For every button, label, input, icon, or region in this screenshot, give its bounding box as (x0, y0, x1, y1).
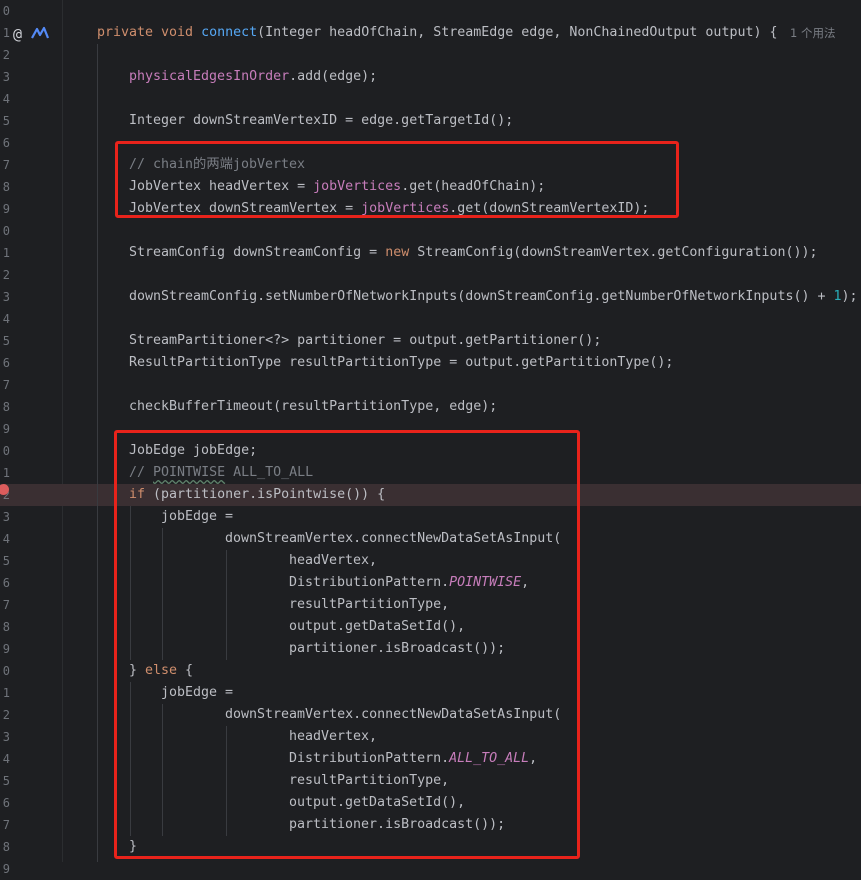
code-line[interactable]: 4 (0, 88, 861, 110)
line-number[interactable]: 5 (0, 110, 10, 132)
code-token: new (385, 245, 418, 260)
code-line[interactable]: 7 (0, 374, 861, 396)
line-number[interactable]: 8 (0, 176, 10, 198)
code-token: (Integer headOfChain, StreamEdge edge, N… (257, 25, 778, 40)
code-text[interactable]: ResultPartitionType resultPartitionType … (129, 352, 673, 374)
code-line[interactable]: 1 StreamConfig downStreamConfig = new Str… (0, 242, 861, 264)
line-number[interactable]: 2 (0, 704, 10, 726)
code-line[interactable]: 2 (0, 264, 861, 286)
code-text[interactable]: private void connect(Integer headOfChain… (97, 22, 777, 44)
code-line[interactable]: 5 StreamPartitioner<?> partitioner = outp… (0, 330, 861, 352)
code-line[interactable]: 2 (0, 44, 861, 66)
line-number[interactable]: 0 (0, 440, 10, 462)
line-number[interactable]: 1 (0, 242, 10, 264)
code-line[interactable]: 0 (0, 0, 861, 22)
line-number[interactable]: 7 (0, 154, 10, 176)
code-token: Integer downStreamVertexID = edge.getTar… (129, 113, 514, 128)
line-number[interactable]: 4 (0, 528, 10, 550)
line-number[interactable]: 3 (0, 286, 10, 308)
line-number[interactable]: 6 (0, 572, 10, 594)
line-number[interactable]: 4 (0, 308, 10, 330)
code-token: StreamConfig downStreamConfig = (129, 245, 386, 260)
code-text[interactable]: downStreamConfig.setNumberOfNetworkInput… (129, 286, 858, 308)
code-text[interactable]: StreamPartitioner<?> partitioner = outpu… (129, 330, 601, 352)
line-number[interactable]: 1 (0, 682, 10, 704)
code-token: StreamPartitioner<?> partitioner = outpu… (129, 333, 602, 348)
line-number[interactable]: 3 (0, 506, 10, 528)
code-token: downStreamConfig.setNumberOfNetworkInput… (129, 289, 834, 304)
line-number[interactable]: 9 (0, 198, 10, 220)
code-line[interactable]: 3 downStreamConfig.setNumberOfNetworkInpu… (0, 286, 861, 308)
code-line[interactable]: 0 (0, 220, 861, 242)
usage-hint[interactable]: 1 个用法 (790, 22, 835, 44)
implementation-icon[interactable] (31, 26, 49, 40)
line-number[interactable]: 6 (0, 132, 10, 154)
line-number[interactable]: 7 (0, 594, 10, 616)
line-number[interactable]: 9 (0, 418, 10, 440)
line-number[interactable]: 3 (0, 726, 10, 748)
code-token: checkBufferTimeout(resultPartitionType, … (129, 399, 498, 414)
code-token: physicalEdgesInOrder (129, 69, 290, 84)
code-line[interactable]: 8 checkBufferTimeout(resultPartitionType,… (0, 396, 861, 418)
line-number[interactable]: 0 (0, 660, 10, 682)
line-number[interactable]: 9 (0, 638, 10, 660)
line-number[interactable]: 4 (0, 748, 10, 770)
code-line[interactable]: 6 ResultPartitionType resultPartitionType… (0, 352, 861, 374)
code-token: ResultPartitionType resultPartitionType … (129, 355, 674, 370)
code-line[interactable]: 9 (0, 858, 861, 880)
line-number[interactable]: 5 (0, 770, 10, 792)
line-number[interactable]: 5 (0, 550, 10, 572)
code-line[interactable]: 3 physicalEdgesInOrder.add(edge); (0, 66, 861, 88)
line-number[interactable]: 6 (0, 792, 10, 814)
code-token: 1 (833, 289, 842, 304)
code-text[interactable]: checkBufferTimeout(resultPartitionType, … (129, 396, 497, 418)
line-number[interactable]: 8 (0, 836, 10, 858)
code-line[interactable]: 1 private void connect(Integer headOfChai… (0, 22, 861, 44)
line-number[interactable]: 2 (0, 44, 10, 66)
highlight-box-chain-vertices (115, 141, 679, 218)
code-text[interactable]: StreamConfig downStreamConfig = new Stre… (129, 242, 818, 264)
line-number[interactable]: 9 (0, 858, 10, 880)
code-token: ); (841, 289, 858, 304)
line-number[interactable]: 6 (0, 352, 10, 374)
line-number[interactable]: 5 (0, 330, 10, 352)
highlight-box-job-edge (114, 430, 580, 859)
line-number[interactable]: 8 (0, 396, 10, 418)
line-number[interactable]: 4 (0, 88, 10, 110)
line-number[interactable]: 7 (0, 814, 10, 836)
line-number[interactable]: 2 (0, 264, 10, 286)
code-line[interactable]: 5 Integer downStreamVertexID = edge.getTa… (0, 110, 861, 132)
indent-guide (97, 44, 98, 862)
code-token: StreamConfig(downStreamVertex.getConfigu… (417, 245, 818, 260)
line-number[interactable]: 1 (0, 462, 10, 484)
code-token: private void (97, 25, 202, 40)
code-text[interactable]: physicalEdgesInOrder.add(edge); (129, 66, 377, 88)
line-number[interactable]: 3 (0, 66, 10, 88)
code-line[interactable]: 4 (0, 308, 861, 330)
code-editor[interactable]: 0 1 private void connect(Integer headOfCha… (0, 0, 861, 876)
code-text[interactable]: Integer downStreamVertexID = edge.getTar… (129, 110, 513, 132)
line-number[interactable]: 0 (0, 0, 10, 22)
line-number[interactable]: 7 (0, 374, 10, 396)
code-token: connect (201, 25, 258, 40)
line-number[interactable]: 1 (0, 22, 10, 44)
line-number[interactable]: 0 (0, 220, 10, 242)
annotation-at-icon[interactable]: @ (13, 23, 22, 45)
code-token: .add(edge); (289, 69, 378, 84)
line-number[interactable]: 8 (0, 616, 10, 638)
